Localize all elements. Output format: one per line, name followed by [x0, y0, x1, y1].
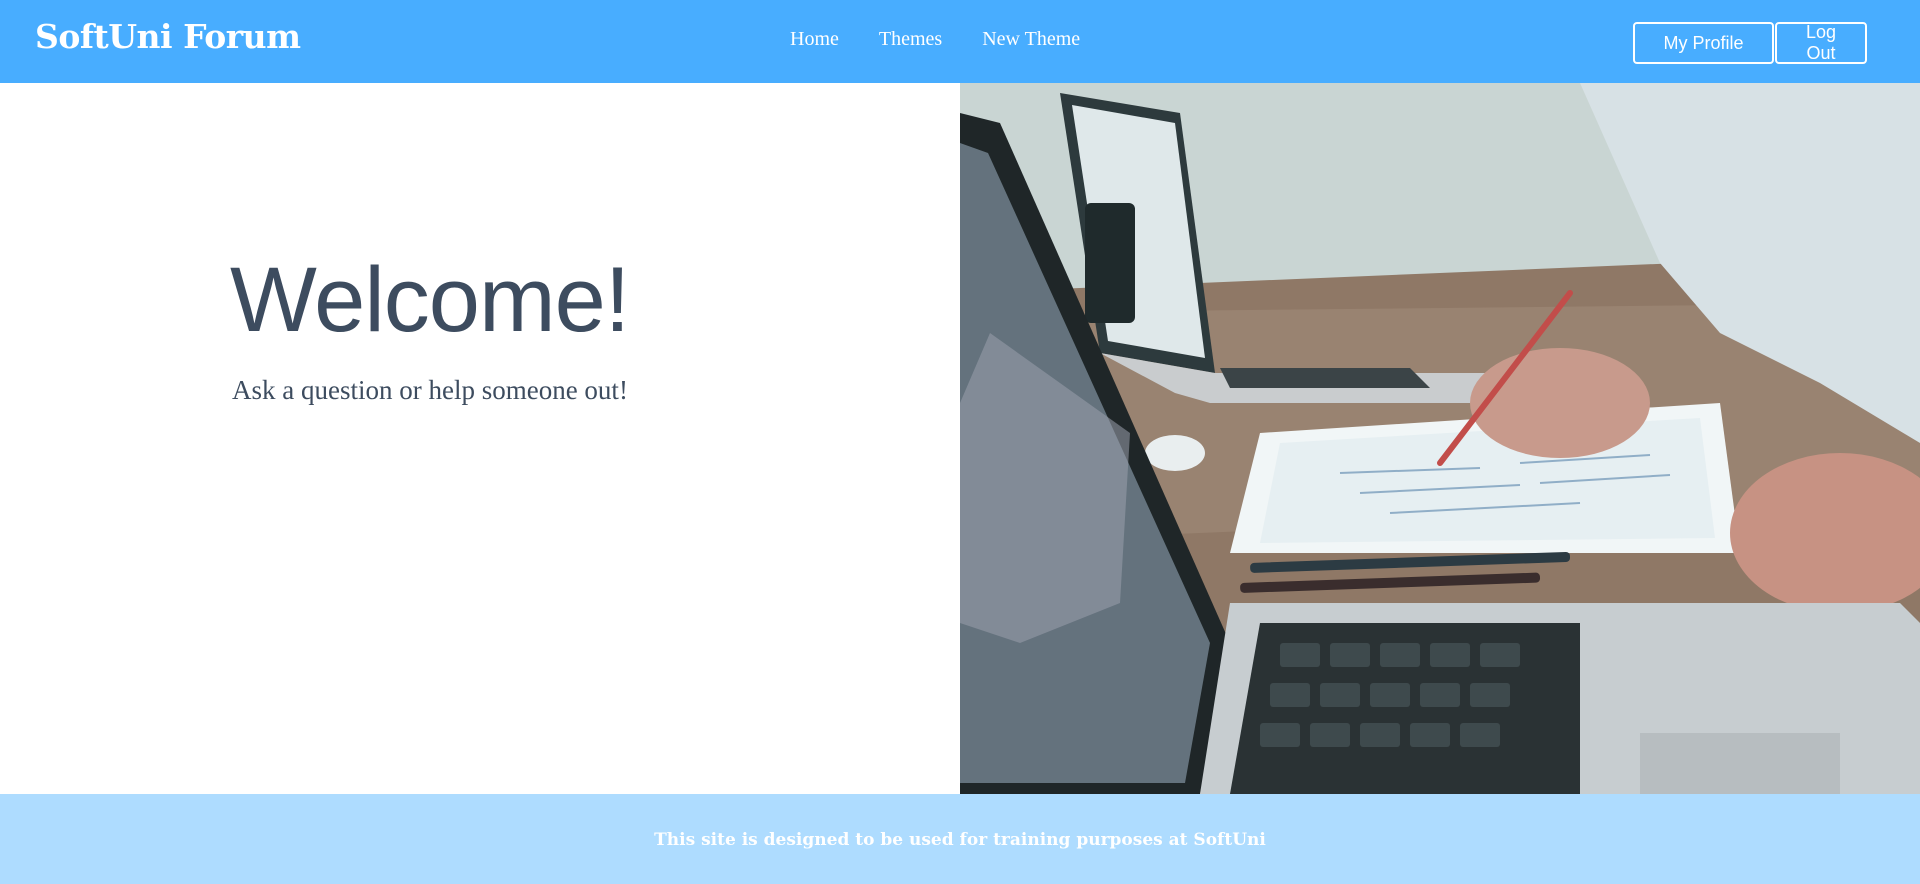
hero-text-panel: Welcome! Ask a question or help someone … [0, 83, 960, 794]
my-profile-button[interactable]: My Profile [1633, 22, 1774, 64]
hand-left [1470, 348, 1650, 458]
welcome-heading: Welcome! [230, 249, 630, 351]
office-laptops-photo [960, 83, 1920, 794]
main-nav: Home Themes New Theme [790, 28, 1080, 51]
pen-holder [1085, 203, 1135, 323]
nav-link-new-theme[interactable]: New Theme [982, 28, 1080, 51]
log-out-button[interactable]: Log Out [1775, 22, 1867, 64]
trackpad [1640, 733, 1840, 794]
main-content: Welcome! Ask a question or help someone … [0, 83, 1920, 794]
footer-text: This site is designed to be used for tra… [654, 830, 1266, 850]
nav-link-home[interactable]: Home [790, 28, 839, 51]
nav-link-themes[interactable]: Themes [879, 28, 942, 51]
top-navbar: SoftUni Forum Home Themes New Theme My P… [0, 0, 1920, 83]
page-footer: This site is designed to be used for tra… [0, 794, 1920, 884]
site-logo[interactable]: SoftUni Forum [35, 17, 301, 56]
welcome-subtitle: Ask a question or help someone out! [232, 375, 628, 405]
computer-mouse [1145, 435, 1205, 471]
hero-image [960, 83, 1920, 794]
